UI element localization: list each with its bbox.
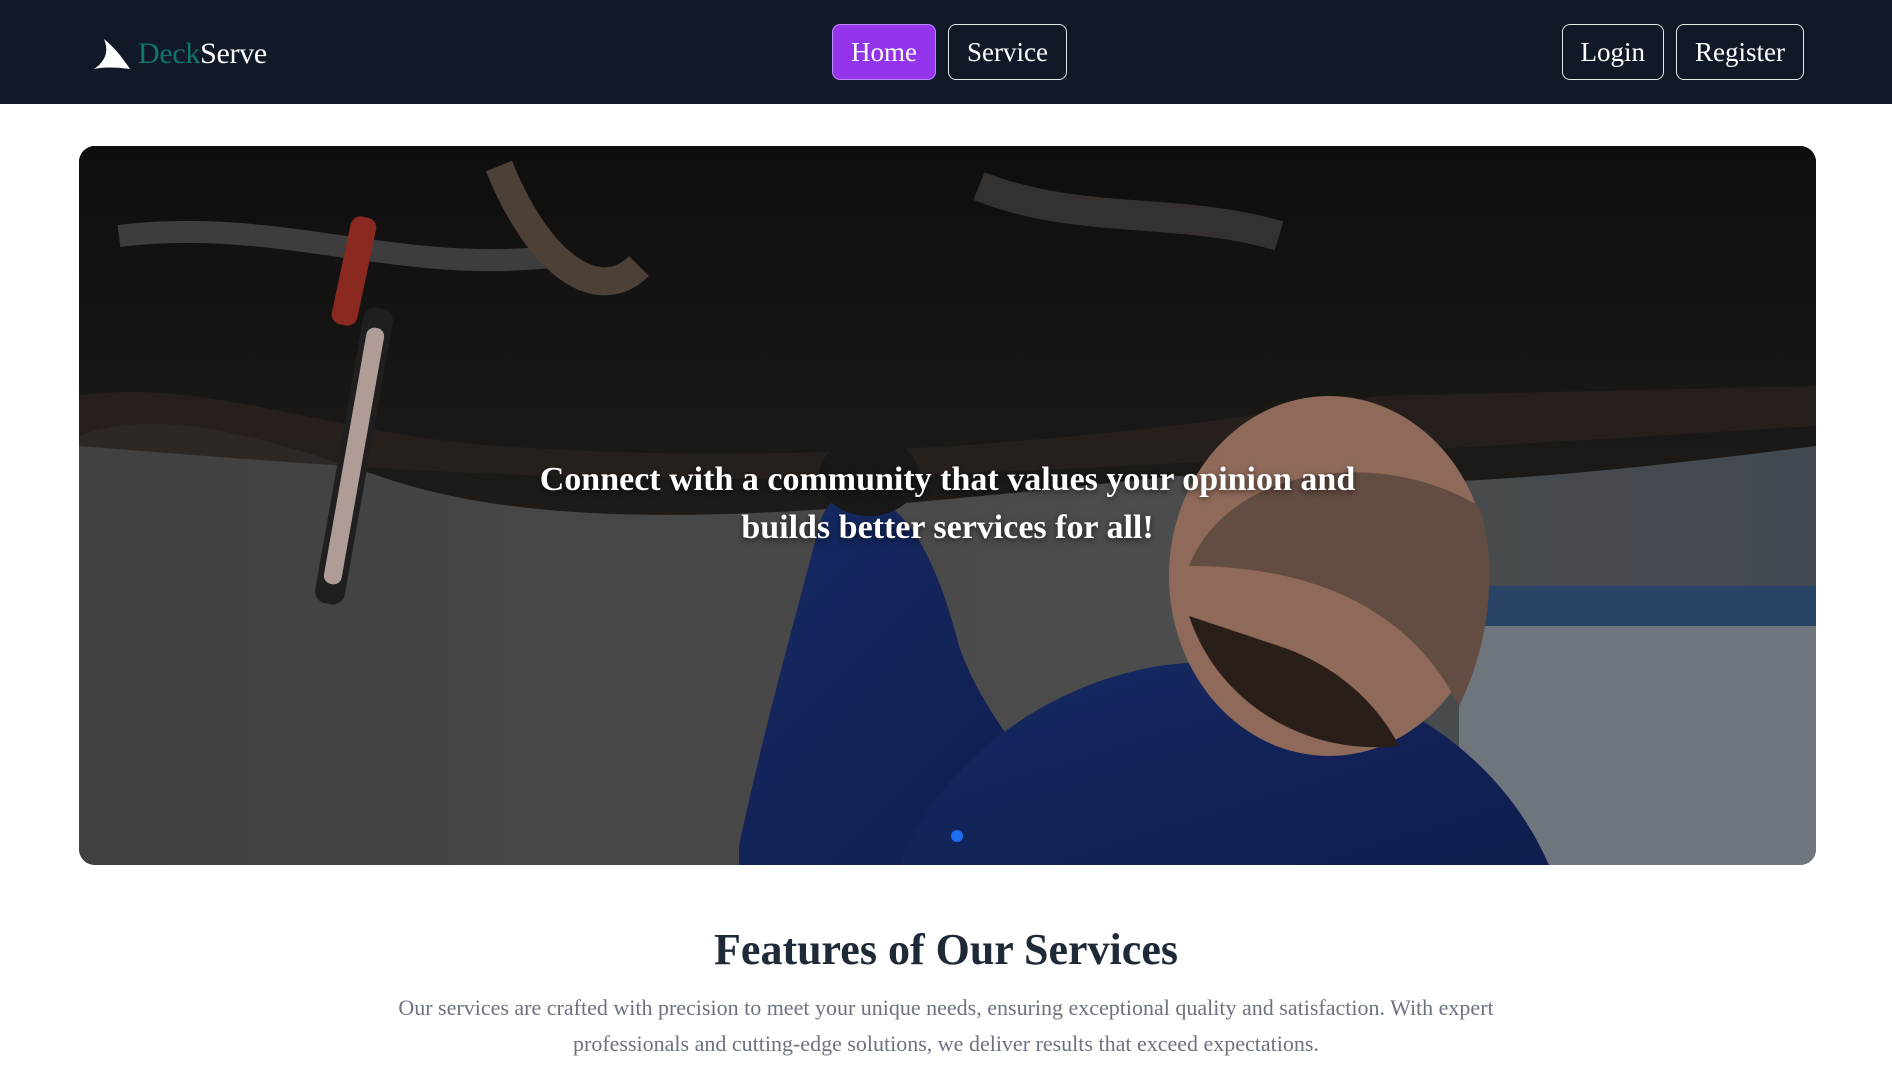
nav-service-button[interactable]: Service [947, 24, 1067, 80]
brand-name-part1: Deck [138, 37, 201, 70]
brand-name-part2: Serve [200, 37, 267, 70]
navbar: DeckServe Home Service Login Register [0, 0, 1892, 104]
nav-home-button[interactable]: Home [832, 24, 936, 80]
features-description: Our services are crafted with precision … [398, 995, 1494, 1056]
hero-caption-line1: Connect with a community that values you… [539, 461, 1356, 498]
hero-caption: Connect with a community that values you… [79, 456, 1816, 552]
auth-nav: Login Register [1561, 24, 1804, 80]
carousel-dot-active[interactable] [950, 830, 963, 842]
carousel-indicators [79, 830, 1816, 842]
hero-carousel[interactable]: Connect with a community that values you… [79, 146, 1816, 865]
main-nav: Home Service [832, 24, 1067, 80]
register-button[interactable]: Register [1676, 24, 1804, 80]
sail-logo-icon [92, 37, 132, 71]
brand-link[interactable]: DeckServe [92, 34, 267, 74]
features-title: Features of Our Services [714, 925, 1178, 974]
login-button[interactable]: Login [1561, 24, 1665, 80]
brand-name: DeckServe [138, 34, 267, 74]
hero-caption-line2: builds better services for all! [741, 509, 1154, 546]
